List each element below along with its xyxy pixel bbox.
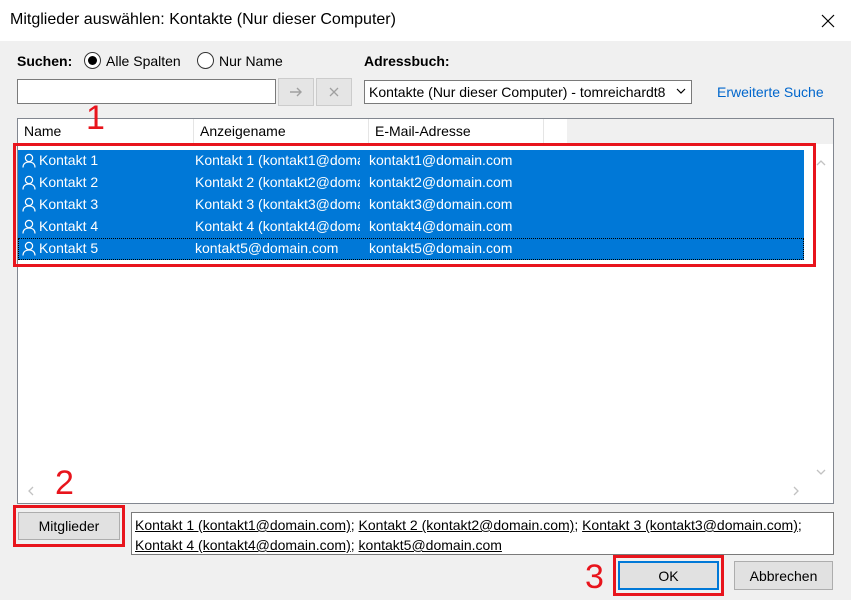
chevron-up-icon[interactable] <box>816 159 826 166</box>
horizontal-scrollbar[interactable] <box>18 478 808 503</box>
chevron-down-icon <box>673 84 687 100</box>
chevron-right-icon[interactable] <box>793 486 800 496</box>
annotation-box-1 <box>13 143 816 267</box>
members-field[interactable]: Kontakt 1 (kontakt1@domain.com); Kontakt… <box>131 512 834 555</box>
member-entry[interactable]: kontakt5@domain.com <box>359 537 502 553</box>
cancel-button[interactable]: Abbrechen <box>734 561 833 590</box>
member-entry[interactable]: Kontakt 4 (kontakt4@domain.com) <box>135 537 351 553</box>
chevron-down-icon[interactable] <box>816 469 826 476</box>
annotation-number-1: 1 <box>86 99 105 137</box>
addressbook-label: Adressbuch: <box>364 53 450 69</box>
arrow-right-icon <box>290 87 302 97</box>
addressbook-select[interactable]: Kontakte (Nur dieser Computer) - tomreic… <box>364 80 692 104</box>
column-header-name[interactable]: Name <box>18 119 194 144</box>
annotation-box-3 <box>613 555 724 596</box>
title-bar: Mitglieder auswählen: Kontakte (Nur dies… <box>0 0 851 41</box>
member-entry[interactable]: Kontakt 2 (kontakt2@domain.com) <box>359 517 575 533</box>
annotation-box-2 <box>13 505 125 547</box>
annotation-number-3: 3 <box>585 558 604 596</box>
addressbook-selected-value: Kontakte (Nur dieser Computer) - tomreic… <box>369 84 666 100</box>
close-icon <box>821 14 835 27</box>
clear-x-icon <box>329 87 339 97</box>
chevron-left-icon[interactable] <box>27 486 34 496</box>
member-entry[interactable]: Kontakt 1 (kontakt1@domain.com) <box>135 517 351 533</box>
radio-all-columns[interactable] <box>84 52 101 69</box>
header-filler <box>567 119 833 144</box>
column-header-display-name[interactable]: Anzeigename <box>194 119 369 144</box>
search-go-button[interactable] <box>278 78 314 106</box>
list-header: Name Anzeigename E-Mail-Adresse <box>18 119 833 144</box>
column-header-email[interactable]: E-Mail-Adresse <box>369 119 544 144</box>
search-input[interactable] <box>17 79 276 104</box>
advanced-search-link[interactable]: Erweiterte Suche <box>717 84 824 100</box>
radio-name-only-label[interactable]: Nur Name <box>219 53 283 69</box>
search-label: Suchen: <box>17 53 73 69</box>
window-title: Mitglieder auswählen: Kontakte (Nur dies… <box>10 11 396 28</box>
close-button[interactable] <box>805 0 851 41</box>
member-entry[interactable]: Kontakt 3 (kontakt3@domain.com) <box>582 517 798 533</box>
radio-all-columns-label[interactable]: Alle Spalten <box>106 53 181 69</box>
radio-name-only[interactable] <box>197 52 214 69</box>
annotation-number-2: 2 <box>55 464 74 502</box>
search-clear-button[interactable] <box>316 78 352 106</box>
